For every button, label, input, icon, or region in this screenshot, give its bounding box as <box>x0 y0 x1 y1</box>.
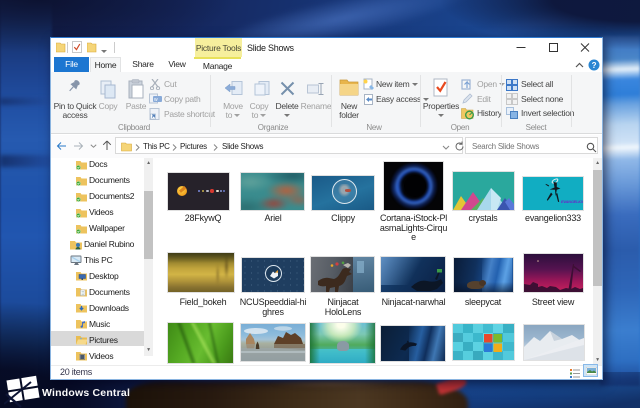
svg-text:?: ? <box>592 61 597 70</box>
svg-text:EVANGELION: EVANGELION <box>561 199 583 204</box>
